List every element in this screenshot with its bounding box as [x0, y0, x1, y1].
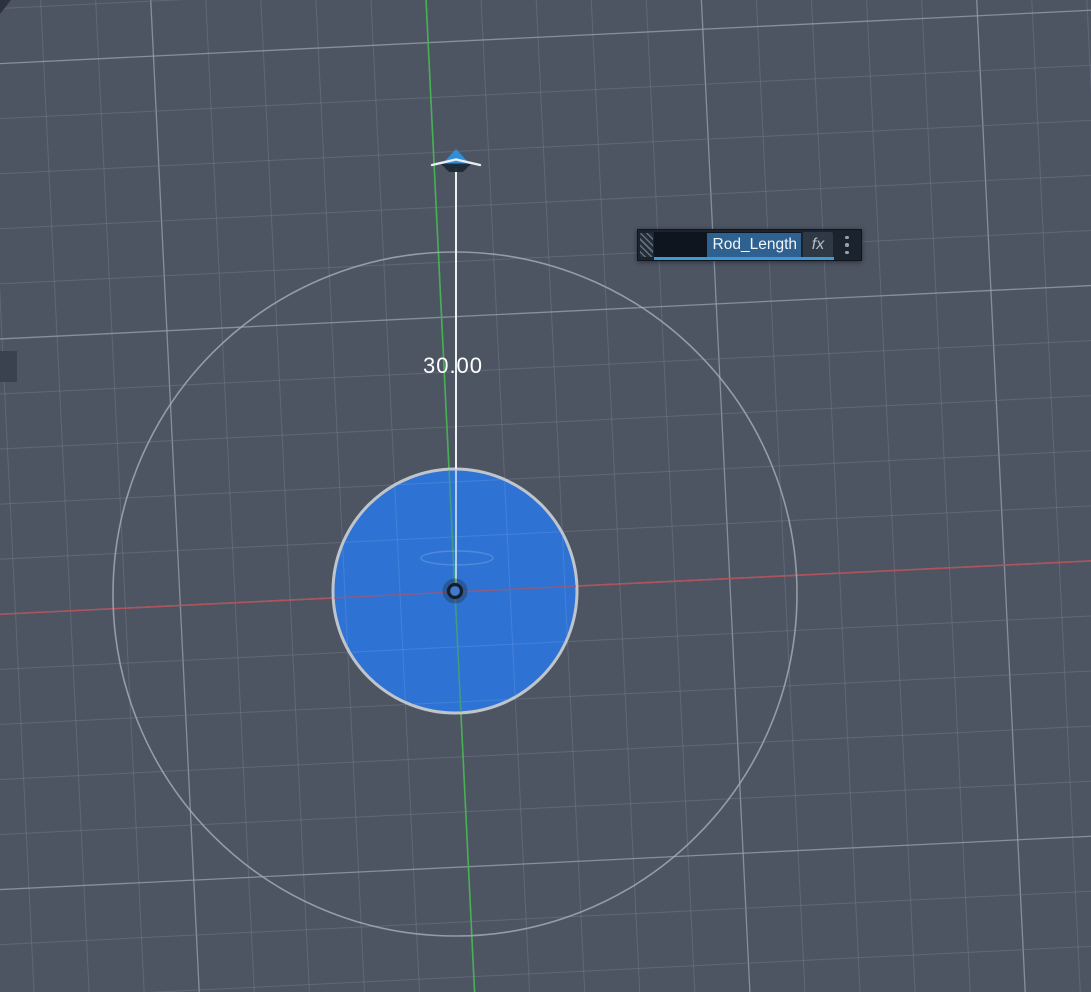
vertical-ellipsis-icon[interactable] — [833, 229, 861, 261]
dimension-name-value: Rod_Length — [706, 233, 801, 257]
dimension-parameter-widget: Rod_Length fx — [637, 229, 862, 261]
dimension-value-label[interactable]: 30.00 — [423, 353, 483, 378]
panel-edge-fragment — [0, 351, 17, 382]
sketch-viewport[interactable]: 30.00 Rod_Length fx — [0, 0, 1091, 992]
dimension-name-input[interactable]: Rod_Length — [654, 232, 801, 258]
circle-center-point[interactable] — [442, 578, 468, 604]
function-icon[interactable]: fx — [803, 232, 833, 258]
input-focus-underline — [654, 257, 834, 260]
panel-corner-fragment — [0, 0, 11, 14]
hatch-grip-icon[interactable] — [640, 233, 653, 257]
